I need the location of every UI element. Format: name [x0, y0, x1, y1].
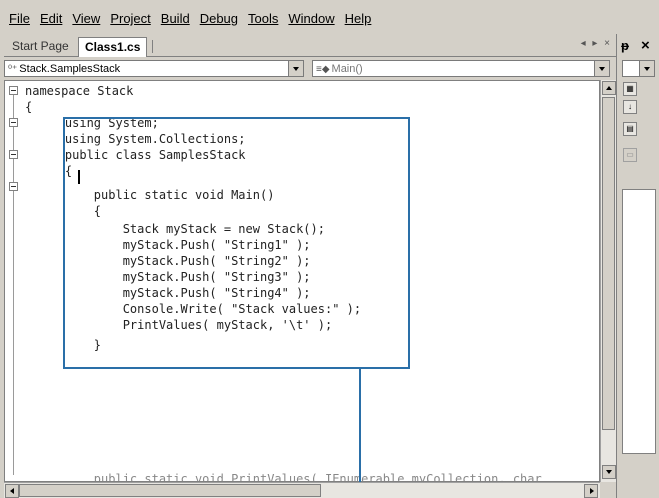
menu-bar: File Edit View Project Build Debug Tools…	[0, 0, 659, 34]
menu-help[interactable]: Help	[340, 10, 377, 28]
code-line: namespace Stack	[25, 84, 134, 98]
menu-debug-label: Debug	[199, 11, 239, 26]
close-icon[interactable]: ×	[641, 37, 650, 54]
menu-debug[interactable]: Debug	[195, 10, 243, 28]
scroll-right-icon[interactable]	[584, 484, 598, 498]
type-dropdown-value: ⁰⁺ Stack.SamplesStack	[8, 62, 120, 77]
menu-window[interactable]: Window	[283, 10, 339, 28]
type-dropdown[interactable]: ⁰⁺ Stack.SamplesStack	[4, 60, 304, 77]
chevron-down-icon[interactable]	[288, 61, 303, 76]
callout-frame	[63, 117, 410, 369]
tab-separator	[152, 40, 153, 53]
class-icon: ⁰⁺	[8, 64, 18, 75]
menu-view[interactable]: View	[67, 10, 105, 28]
tab-scroll-close-controls[interactable]: ◂ ▸ ×	[581, 38, 612, 49]
collapse-icon[interactable]	[9, 86, 18, 95]
vertical-scrollbar[interactable]	[600, 80, 616, 482]
scroll-left-icon[interactable]	[5, 484, 19, 498]
object-dropdown[interactable]	[622, 60, 655, 77]
tab-class1-cs[interactable]: Class1.cs	[78, 37, 148, 57]
document-tab-strip: Start Page Class1.cs ◂ ▸ ×	[4, 34, 616, 57]
menu-project-label: Project	[110, 11, 151, 26]
collapse-icon[interactable]	[9, 118, 18, 127]
type-dropdown-text: Stack.SamplesStack	[19, 63, 121, 75]
menu-file[interactable]: File	[4, 10, 35, 28]
menu-build-label: Build	[160, 11, 190, 26]
categorized-icon[interactable]: ▦	[623, 82, 637, 96]
menu-tools-label: Tools	[248, 11, 279, 26]
code-line: public static void PrintValues( IEnumera…	[36, 472, 542, 482]
method-icon: ≡◆	[316, 64, 330, 75]
menu-file-label: File	[9, 11, 30, 26]
scroll-down-icon[interactable]	[602, 465, 616, 479]
horizontal-scrollbar[interactable]	[4, 482, 600, 498]
chevron-down-icon[interactable]	[594, 61, 609, 76]
menu-build[interactable]: Build	[156, 10, 195, 28]
menu-help-label: Help	[344, 11, 372, 26]
menu-edit[interactable]: Edit	[35, 10, 67, 28]
menu-tools[interactable]: Tools	[243, 10, 283, 28]
menu-window-label: Window	[288, 11, 335, 26]
alphabetical-icon[interactable]: ↓	[623, 100, 637, 114]
member-dropdown[interactable]: ≡◆ Main()	[312, 60, 610, 77]
collapse-icon[interactable]	[9, 182, 18, 191]
code-line: {	[25, 100, 33, 114]
collapse-icon[interactable]	[9, 150, 18, 159]
menu-project[interactable]: Project	[105, 10, 155, 28]
menu-items: File Edit View Project Build Debug Tools…	[4, 10, 376, 28]
tab-start-page[interactable]: Start Page	[6, 37, 75, 55]
scroll-up-icon[interactable]	[602, 81, 616, 95]
properties-panel: ᵽ × ▦ ↓ ▤ ▭	[616, 34, 659, 498]
horizontal-scroll-thumb[interactable]	[19, 484, 321, 497]
menu-edit-label: Edit	[39, 11, 63, 26]
vertical-scroll-thumb[interactable]	[602, 97, 615, 430]
pin-icon[interactable]: ᵽ	[621, 38, 629, 53]
member-dropdown-text: Main()	[331, 63, 363, 75]
text-caret	[78, 170, 80, 184]
chevron-down-icon[interactable]	[639, 61, 654, 76]
properties-icon[interactable]: ▤	[623, 122, 637, 136]
pages-icon[interactable]: ▭	[623, 148, 637, 162]
menu-view-label: View	[72, 11, 101, 26]
member-dropdown-value: ≡◆ Main()	[316, 62, 363, 77]
callout-leader-line	[359, 368, 361, 498]
property-grid[interactable]	[622, 189, 656, 454]
